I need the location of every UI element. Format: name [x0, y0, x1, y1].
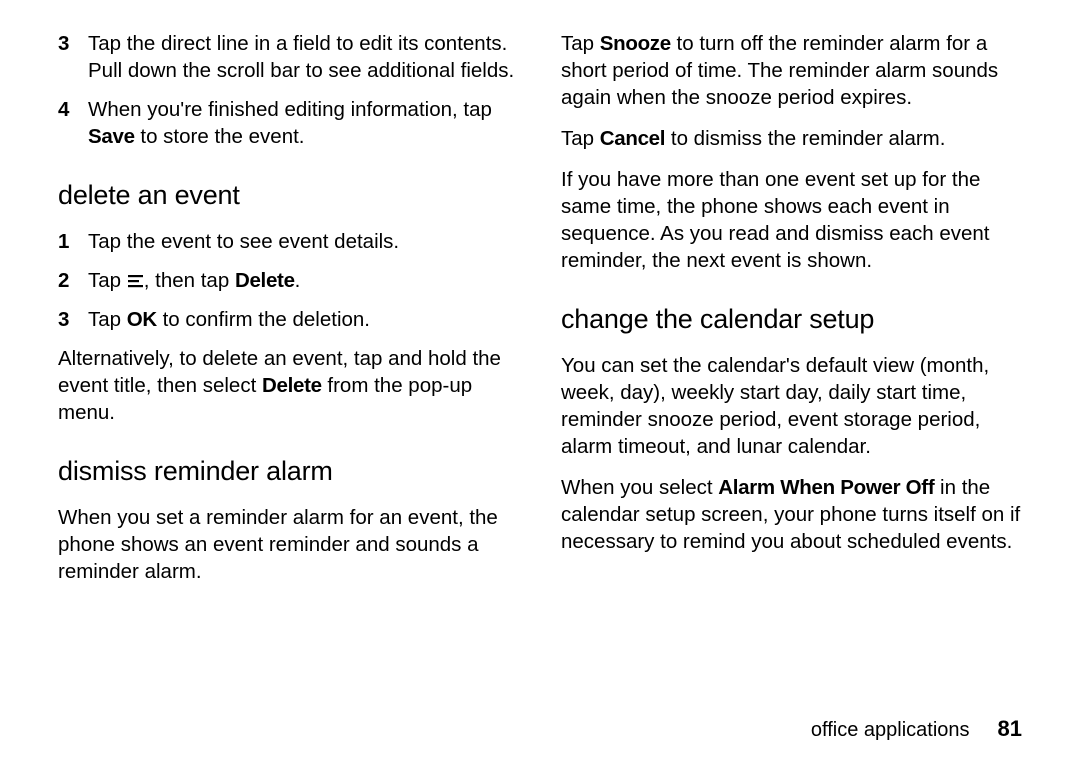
bold-delete: Delete	[262, 374, 322, 397]
heading-dismiss-reminder: dismiss reminder alarm	[58, 454, 519, 490]
heading-change-setup: change the calendar setup	[561, 302, 1022, 338]
bold-ok: OK	[127, 308, 157, 331]
bold-snooze: Snooze	[600, 32, 671, 55]
step-4: 4 When you're finished editing informati…	[58, 96, 519, 150]
delete-alternative: Alternatively, to delete an event, tap a…	[58, 345, 519, 426]
step-text: Tap the direct line in a field to edit i…	[88, 30, 519, 84]
bold-save: Save	[88, 125, 135, 148]
delete-step-1: 1 Tap the event to see event details.	[58, 228, 519, 255]
step-number: 1	[58, 228, 88, 255]
delete-step-2: 2 Tap , then tap Delete.	[58, 267, 519, 294]
multi-event-paragraph: If you have more than one event set up f…	[561, 166, 1022, 274]
bold-alarm-power-off: Alarm When Power Off	[718, 476, 934, 499]
dismiss-paragraph: When you set a reminder alarm for an eve…	[58, 504, 519, 585]
bold-delete: Delete	[235, 269, 295, 292]
page-footer: office applications 81	[811, 716, 1022, 742]
manual-page: 3 Tap the direct line in a field to edit…	[0, 0, 1080, 599]
change-setup-paragraph: You can set the calendar's default view …	[561, 352, 1022, 460]
power-off-paragraph: When you select Alarm When Power Off in …	[561, 474, 1022, 555]
heading-delete-event: delete an event	[58, 178, 519, 214]
step-3: 3 Tap the direct line in a field to edit…	[58, 30, 519, 84]
step-number: 3	[58, 30, 88, 57]
step-text: Tap the event to see event details.	[88, 228, 519, 255]
menu-icon	[128, 274, 143, 288]
snooze-paragraph: Tap Snooze to turn off the reminder alar…	[561, 30, 1022, 111]
bold-cancel: Cancel	[600, 127, 665, 150]
step-text: Tap , then tap Delete.	[88, 267, 519, 294]
step-number: 2	[58, 267, 88, 294]
step-text: When you're finished editing information…	[88, 96, 519, 150]
step-number: 3	[58, 306, 88, 333]
step-number: 4	[58, 96, 88, 123]
left-column: 3 Tap the direct line in a field to edit…	[58, 30, 519, 599]
delete-step-3: 3 Tap OK to confirm the deletion.	[58, 306, 519, 333]
footer-page-number: 81	[998, 716, 1022, 742]
cancel-paragraph: Tap Cancel to dismiss the reminder alarm…	[561, 125, 1022, 152]
right-column: Tap Snooze to turn off the reminder alar…	[561, 30, 1022, 599]
step-text: Tap OK to confirm the deletion.	[88, 306, 519, 333]
footer-section-name: office applications	[811, 719, 970, 742]
